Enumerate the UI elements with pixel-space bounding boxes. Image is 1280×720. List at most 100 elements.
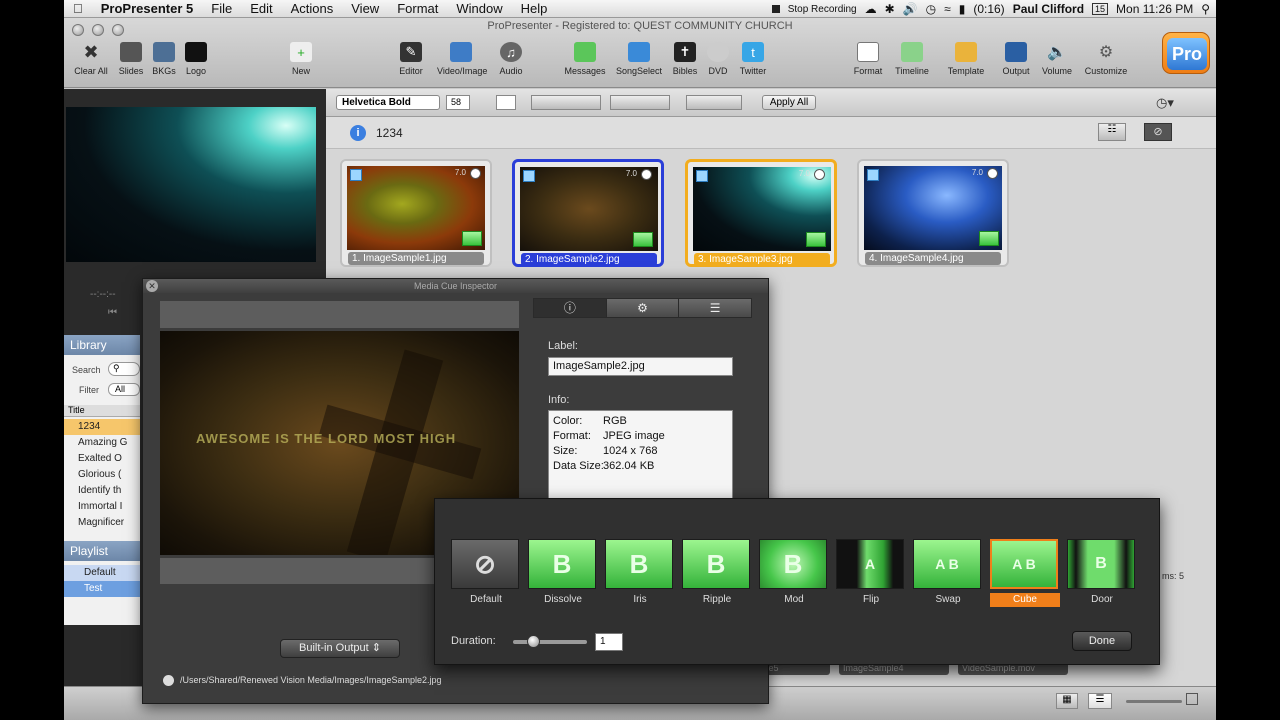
propresenter-logo: Pro <box>1162 32 1210 74</box>
fullscreen-icon[interactable] <box>1186 693 1198 705</box>
library-item[interactable]: Amazing G <box>64 435 140 451</box>
transition-default[interactable]: ⊘ Default <box>451 539 521 607</box>
live-output-preview[interactable] <box>66 107 316 262</box>
font-select[interactable]: Helvetica Bold <box>336 95 440 110</box>
filter-select[interactable]: All <box>108 383 140 396</box>
menu-help[interactable]: Help <box>512 1 557 16</box>
mod-icon: B <box>759 539 827 589</box>
transition-swap[interactable]: A B Swap <box>913 539 983 607</box>
search-input[interactable]: ⚲ <box>108 362 140 376</box>
wifi-icon[interactable]: ≈ <box>944 2 951 16</box>
info-icon[interactable]: i <box>350 125 366 141</box>
stop-recording-icon[interactable] <box>771 5 780 13</box>
tab-settings-gear-icon[interactable]: ⚙ <box>607 299 680 317</box>
library-item[interactable]: Immortal I <box>64 499 140 515</box>
library-header: Library <box>64 335 140 355</box>
playlist-item-default[interactable]: Default <box>64 565 140 581</box>
vertical-align-buttons[interactable] <box>610 95 670 110</box>
battery-icon[interactable]: ▮ <box>959 2 966 16</box>
library-item[interactable]: Glorious ( <box>64 467 140 483</box>
timer-readout: --:--:-- <box>90 289 116 300</box>
video-image-button[interactable]: Video/Image <box>437 42 487 76</box>
title-column-header[interactable]: Title <box>64 405 140 417</box>
tab-adjustments-icon[interactable]: ☰ <box>679 299 751 317</box>
menu-actions[interactable]: Actions <box>282 1 343 16</box>
new-button[interactable]: + New <box>277 42 325 76</box>
no-transition-icon: ⊘ <box>451 539 519 589</box>
cloud-icon[interactable]: ☁ <box>865 2 877 16</box>
songselect-icon <box>628 42 650 62</box>
apply-all-button[interactable]: Apply All <box>762 95 816 110</box>
transition-door[interactable]: B Door <box>1067 539 1137 607</box>
cube-transition-icon <box>979 231 999 246</box>
text-align-buttons[interactable] <box>531 95 601 110</box>
slides-icon <box>120 42 142 62</box>
menu-file[interactable]: File <box>202 1 241 16</box>
app-menu[interactable]: ProPresenter 5 <box>92 1 203 16</box>
playlist-item-test[interactable]: Test <box>64 581 140 597</box>
menu-view[interactable]: View <box>342 1 388 16</box>
reveal-file-icon[interactable] <box>163 675 174 687</box>
time-machine-icon[interactable]: ◷ <box>926 2 936 16</box>
tab-info-icon[interactable]: ⓘ <box>534 299 607 317</box>
slide-1[interactable]: 7.0 1. ImageSample1.jpg <box>340 159 492 267</box>
user-name[interactable]: Paul Clifford <box>1013 2 1084 16</box>
stop-recording[interactable]: Stop Recording <box>788 4 857 15</box>
duration-slider[interactable] <box>513 635 587 648</box>
audio-button[interactable]: ♫ Audio <box>487 42 535 76</box>
template-button[interactable]: Template <box>942 42 990 76</box>
editor-button[interactable]: ✎ Editor <box>387 42 435 76</box>
rewind-icon[interactable]: ⏮ <box>108 307 117 318</box>
duration-slider-knob[interactable] <box>527 635 540 648</box>
volume-button[interactable]: 🔈 Volume <box>1033 42 1081 76</box>
menu-edit[interactable]: Edit <box>241 1 281 16</box>
group-name: 1234 <box>376 126 403 140</box>
text-options-buttons[interactable] <box>686 95 742 110</box>
bluetooth-icon[interactable]: ✱ <box>885 2 895 16</box>
clock[interactable]: Mon 11:26 PM <box>1116 2 1193 16</box>
format-label: Format <box>853 66 883 76</box>
clock-menu-icon[interactable]: ◷▾ <box>1156 95 1174 111</box>
zoom-slider[interactable] <box>1126 700 1182 703</box>
library-item[interactable]: 1234 <box>64 419 140 435</box>
format-button[interactable]: Format <box>844 42 892 76</box>
menu-format[interactable]: Format <box>388 1 447 16</box>
text-color-swatch[interactable] <box>496 95 516 110</box>
output-select[interactable]: Built-in Output ⇕ <box>280 639 400 658</box>
transition-mod[interactable]: B Mod <box>759 539 829 607</box>
transition-cube[interactable]: A B Cube <box>990 539 1060 607</box>
spotlight-icon[interactable]: ⚲ <box>1201 2 1210 16</box>
calendar-badge[interactable]: 15 <box>1092 3 1109 15</box>
list-view-icon[interactable]: ☰ <box>1088 693 1112 709</box>
close-icon[interactable]: ✕ <box>146 280 158 292</box>
slide-3[interactable]: 7.0 3. ImageSample3.jpg <box>685 159 837 267</box>
no-transition-icon[interactable]: ⊘ <box>1144 123 1172 141</box>
songselect-button[interactable]: SongSelect <box>615 42 663 76</box>
font-size-field[interactable]: 58 <box>446 95 470 110</box>
timeline-icon <box>901 42 923 62</box>
volume-icon[interactable]: 🔊 <box>903 2 918 16</box>
template-label: Template <box>947 66 985 76</box>
hierarchy-icon[interactable]: ☷ <box>1098 123 1126 141</box>
messages-button[interactable]: Messages <box>561 42 609 76</box>
slide-4[interactable]: 7.0 4. ImageSample4.jpg <box>857 159 1009 267</box>
library-item[interactable]: Magnificer <box>64 515 140 531</box>
info-caption: Info: <box>548 394 570 406</box>
transition-ripple[interactable]: B Ripple <box>682 539 752 607</box>
timeline-button[interactable]: Timeline <box>888 42 936 76</box>
done-button[interactable]: Done <box>1072 631 1132 651</box>
apple-menu-icon[interactable]:  <box>64 1 92 16</box>
customize-button[interactable]: ⚙ Customize <box>1082 42 1130 76</box>
duration-input[interactable]: 1 <box>595 633 623 651</box>
library-item[interactable]: Identify th <box>64 483 140 499</box>
slide-2[interactable]: 7.0 2. ImageSample2.jpg <box>512 159 664 267</box>
transition-iris[interactable]: B Iris <box>605 539 675 607</box>
transition-dissolve[interactable]: B Dissolve <box>528 539 598 607</box>
library-item[interactable]: Exalted O <box>64 451 140 467</box>
transition-flip[interactable]: A Flip <box>836 539 906 607</box>
menu-window[interactable]: Window <box>447 1 511 16</box>
label-input[interactable]: ImageSample2.jpg <box>548 357 733 376</box>
logo-button[interactable]: Logo <box>172 42 220 76</box>
grid-view-icon[interactable]: ▦ <box>1056 693 1078 709</box>
twitter-button[interactable]: t Twitter <box>729 42 777 76</box>
